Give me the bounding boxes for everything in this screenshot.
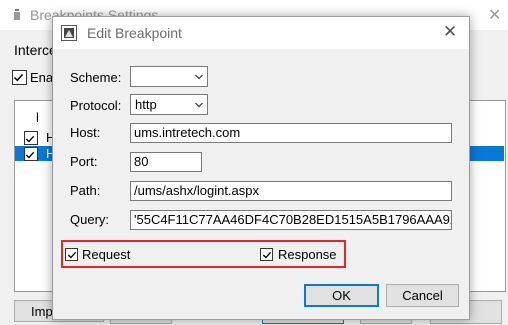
response-checkbox[interactable] — [260, 248, 273, 261]
protocol-label: Protocol: — [70, 98, 122, 113]
port-label: Port: — [70, 154, 98, 169]
bg-row-checkbox[interactable] — [24, 131, 38, 145]
app-icon — [61, 25, 77, 41]
bg-import-label: Imp — [31, 304, 53, 319]
checkmark-icon — [25, 135, 35, 143]
close-icon[interactable]: ✕ — [488, 5, 501, 25]
dialog-title: Edit Breakpoint — [87, 25, 182, 41]
ok-button[interactable]: OK — [304, 284, 379, 307]
bg-section-label: Interce — [14, 42, 57, 58]
checkmark-icon — [13, 73, 24, 82]
request-checkbox[interactable] — [65, 248, 78, 261]
cancel-button[interactable]: Cancel — [386, 284, 459, 307]
dialog-titlebar: Edit Breakpoint ✕ — [53, 17, 469, 49]
edit-breakpoint-dialog: Edit Breakpoint ✕ Scheme: Protocol: http… — [52, 16, 470, 320]
request-label: Request — [82, 247, 131, 262]
bg-row-checkbox[interactable] — [24, 147, 38, 161]
path-label: Path: — [70, 183, 101, 198]
scheme-label: Scheme: — [70, 70, 122, 85]
checkmark-icon — [25, 151, 35, 159]
chevron-down-icon — [195, 74, 203, 80]
bg-list-header: l — [36, 110, 39, 125]
path-input[interactable]: /ums/ashx/logint.aspx — [130, 181, 452, 201]
query-input[interactable]: '55C4F11C77AA46DF4C70B28ED1515A5B1796AAA… — [130, 210, 452, 230]
scheme-select[interactable] — [130, 66, 208, 87]
port-input[interactable]: 80 — [130, 152, 202, 172]
close-icon[interactable]: ✕ — [443, 22, 457, 42]
app-icon — [14, 9, 20, 20]
query-label: Query: — [70, 212, 110, 227]
host-input[interactable]: ums.intretech.com — [130, 123, 452, 143]
chevron-down-icon — [195, 102, 203, 108]
host-label: Host: — [70, 125, 101, 140]
bg-enable-checkbox[interactable] — [12, 70, 27, 85]
checkmark-icon — [262, 251, 272, 259]
checkmark-icon — [67, 251, 77, 259]
protocol-value: http — [135, 97, 157, 112]
response-label: Response — [278, 247, 337, 262]
protocol-select[interactable]: http — [130, 94, 208, 115]
